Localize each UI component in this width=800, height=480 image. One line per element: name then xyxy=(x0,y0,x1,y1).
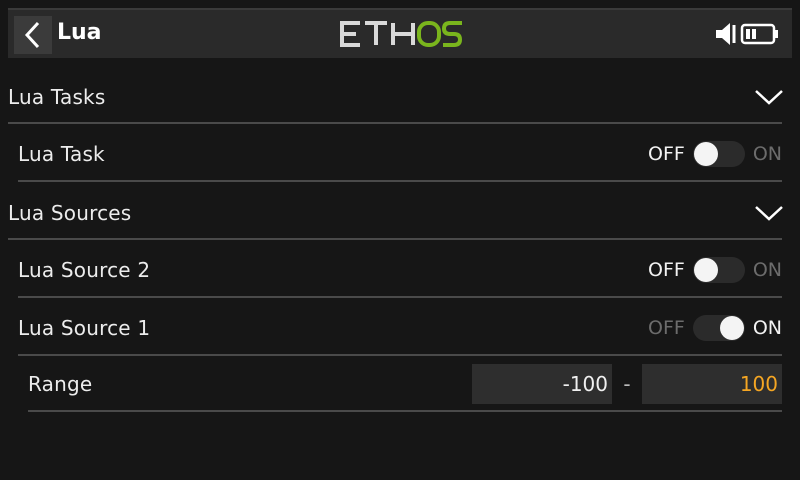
row-range: Range -100 - 100 xyxy=(28,364,782,404)
lua-task-toggle[interactable]: OFF ON xyxy=(648,141,782,167)
range-min-field[interactable]: -100 xyxy=(472,364,612,404)
lua-source-1-toggle[interactable]: OFF ON xyxy=(648,315,782,341)
divider xyxy=(8,238,782,240)
range-max-field[interactable]: 100 xyxy=(642,364,782,404)
title-bar: Lua xyxy=(8,8,792,58)
lua-source-2-toggle[interactable]: OFF ON xyxy=(648,257,782,283)
range-min-value: -100 xyxy=(562,372,608,396)
divider xyxy=(18,296,782,298)
section-lua-sources[interactable]: Lua Sources xyxy=(8,190,784,236)
toggle-knob xyxy=(693,142,718,166)
toggle-on-label: ON xyxy=(752,317,782,339)
range-inputs: -100 - 100 xyxy=(472,364,782,404)
chevron-down-icon[interactable] xyxy=(754,203,784,223)
range-max-value: 100 xyxy=(739,372,778,396)
page-title: Lua xyxy=(57,20,102,45)
toggle-off-label: OFF xyxy=(648,143,685,165)
row-lua-task: Lua Task OFF ON xyxy=(18,132,782,176)
toggle-on-label: ON xyxy=(752,143,782,165)
row-label: Range xyxy=(28,372,93,396)
row-label: Lua Source 1 xyxy=(18,316,151,340)
toggle-switch[interactable] xyxy=(692,141,745,167)
range-separator: - xyxy=(623,372,631,396)
divider xyxy=(28,410,782,412)
toggle-off-label: OFF xyxy=(648,317,685,339)
section-lua-tasks[interactable]: Lua Tasks xyxy=(8,74,784,120)
toggle-knob xyxy=(719,316,744,340)
row-lua-source-2: Lua Source 2 OFF ON xyxy=(18,248,782,292)
lua-screen: Lua Lua Tasks Lua Task OFF ON Lua Source… xyxy=(0,0,800,480)
chevron-down-icon[interactable] xyxy=(754,87,784,107)
section-label: Lua Tasks xyxy=(8,85,106,109)
ethos-logo xyxy=(340,21,462,47)
toggle-on-label: ON xyxy=(752,259,782,281)
speaker-icon xyxy=(716,23,736,45)
toggle-knob xyxy=(693,258,718,282)
toggle-off-label: OFF xyxy=(648,259,685,281)
toggle-switch[interactable] xyxy=(692,257,745,283)
divider xyxy=(8,122,782,124)
divider xyxy=(18,180,782,182)
status-icons xyxy=(714,21,780,47)
row-label: Lua Source 2 xyxy=(18,258,151,282)
divider xyxy=(18,354,782,356)
toggle-switch[interactable] xyxy=(692,315,745,341)
battery-icon xyxy=(740,23,778,45)
chevron-left-icon xyxy=(24,21,40,49)
row-label: Lua Task xyxy=(18,142,105,166)
section-label: Lua Sources xyxy=(8,201,132,225)
row-lua-source-1: Lua Source 1 OFF ON xyxy=(18,306,782,350)
back-button[interactable] xyxy=(14,16,52,54)
